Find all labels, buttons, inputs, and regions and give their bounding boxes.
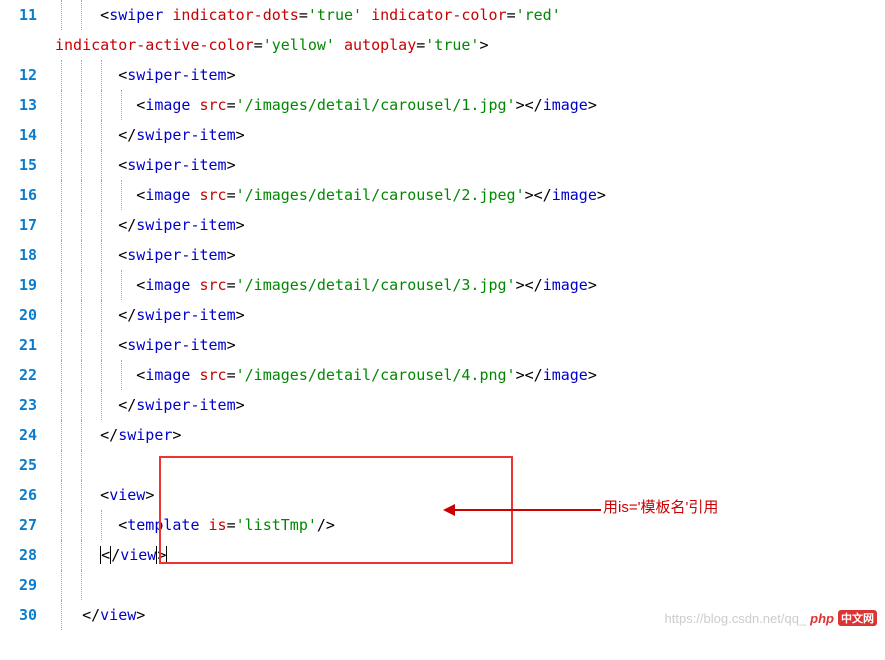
code-line: <image src='/images/detail/carousel/2.jp…: [55, 180, 885, 210]
line-number: 18: [0, 240, 37, 270]
code-line: <image src='/images/detail/carousel/3.jp…: [55, 270, 885, 300]
line-number: 20: [0, 300, 37, 330]
watermark: https://blog.csdn.net/qq_ php 中文网: [665, 610, 877, 626]
code-editor: 1112131415161718192021222324252627282930…: [0, 0, 885, 630]
code-line-empty: [55, 450, 885, 480]
code-area[interactable]: <swiper indicator-dots='true' indicator-…: [55, 0, 885, 630]
line-number: 19: [0, 270, 37, 300]
line-number: 23: [0, 390, 37, 420]
annotation-label: 用is='模板名'引用: [603, 496, 718, 517]
code-line: <image src='/images/detail/carousel/1.jp…: [55, 90, 885, 120]
watermark-url: https://blog.csdn.net/qq_: [665, 611, 807, 626]
code-line: </swiper-item>: [55, 210, 885, 240]
line-number: 15: [0, 150, 37, 180]
code-line-wrap: indicator-active-color='yellow' autoplay…: [55, 30, 885, 60]
line-number: 14: [0, 120, 37, 150]
code-line: <swiper indicator-dots='true' indicator-…: [55, 0, 885, 30]
code-line: <swiper-item>: [55, 240, 885, 270]
line-number: 22: [0, 360, 37, 390]
line-number: 26: [0, 480, 37, 510]
line-number: 24: [0, 420, 37, 450]
code-line: <image src='/images/detail/carousel/4.pn…: [55, 360, 885, 390]
code-line: <swiper-item>: [55, 60, 885, 90]
line-number: 16: [0, 180, 37, 210]
line-number: 12: [0, 60, 37, 90]
line-number: 25: [0, 450, 37, 480]
line-number: 27: [0, 510, 37, 540]
arrow-icon: [443, 504, 601, 516]
line-number: 28: [0, 540, 37, 570]
line-number: 30: [0, 600, 37, 630]
code-line-empty: [55, 570, 885, 600]
code-line: </swiper>: [55, 420, 885, 450]
line-number: 13: [0, 90, 37, 120]
code-line: <swiper-item>: [55, 150, 885, 180]
line-number: 11: [0, 0, 37, 60]
code-line: </swiper-item>: [55, 390, 885, 420]
code-line: </swiper-item>: [55, 120, 885, 150]
code-line: <swiper-item>: [55, 330, 885, 360]
code-line: </view>: [55, 540, 885, 570]
line-number: 21: [0, 330, 37, 360]
line-number: 17: [0, 210, 37, 240]
watermark-cn: 中文网: [838, 610, 877, 626]
line-number: 29: [0, 570, 37, 600]
code-line: </swiper-item>: [55, 300, 885, 330]
watermark-brand: php: [810, 611, 834, 626]
line-number-gutter: 1112131415161718192021222324252627282930: [0, 0, 55, 630]
